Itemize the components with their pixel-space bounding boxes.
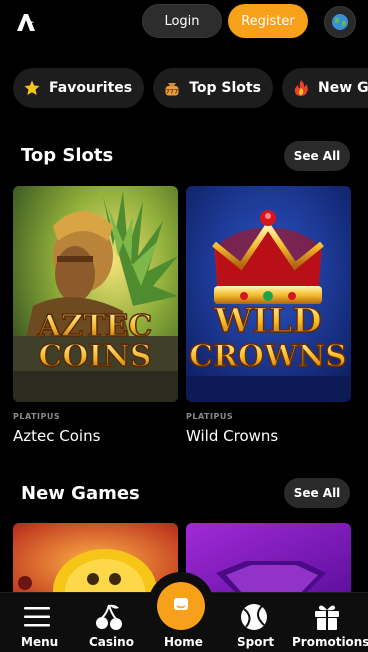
home-chat-icon <box>174 598 188 610</box>
nav-home-label: Home <box>164 635 203 649</box>
game-provider: PLATIPUS <box>186 412 234 421</box>
login-button[interactable]: Login <box>142 4 222 38</box>
nav-label: Casino <box>89 635 134 649</box>
category-chips: Favourites 777 Top Slots New Games <box>13 68 368 108</box>
nav-home-button[interactable] <box>157 582 205 630</box>
header: Login Register <box>0 0 368 44</box>
chip-new-games[interactable]: New Games <box>282 68 368 108</box>
nav-menu[interactable]: Menu <box>16 593 58 652</box>
globe-icon <box>332 14 348 30</box>
nav-casino[interactable]: Casino <box>86 593 134 652</box>
hamburger-icon <box>24 607 50 627</box>
wild-crowns-thumbnail: WILD CROWNS <box>186 186 351 402</box>
wild-art-title-2: CROWNS <box>189 339 347 374</box>
chip-label: Favourites <box>49 80 133 96</box>
cherries-icon <box>96 604 122 630</box>
svg-text:777: 777 <box>166 89 179 96</box>
language-button[interactable] <box>324 6 356 38</box>
chip-label: Top Slots <box>189 80 261 96</box>
new-games-title: New Games <box>21 483 140 504</box>
top-slots-title: Top Slots <box>21 145 114 166</box>
game-card-aztec-coins[interactable]: AZTEC COINS <box>13 186 178 402</box>
aztec-art-title-2: COINS <box>38 339 151 374</box>
nav-promotions[interactable]: Promotions <box>292 593 368 652</box>
slot-bag-icon: 777 <box>165 83 179 96</box>
game-card-wild-crowns[interactable]: WILD CROWNS <box>186 186 351 402</box>
nav-sport[interactable]: Sport <box>232 593 276 652</box>
nav-label: Menu <box>21 635 59 649</box>
new-games-see-all-button[interactable]: See All <box>284 478 350 508</box>
gift-icon <box>315 605 339 630</box>
nav-label: Promotions <box>292 635 368 649</box>
nav-label: Sport <box>237 635 275 649</box>
aztec-coins-thumbnail: AZTEC COINS <box>13 186 178 402</box>
star-icon <box>24 80 40 95</box>
register-button[interactable]: Register <box>228 4 308 38</box>
game-provider: PLATIPUS <box>13 412 61 421</box>
brand-logo[interactable] <box>14 11 38 35</box>
game-title[interactable]: Wild Crowns <box>186 427 278 445</box>
game-title[interactable]: Aztec Coins <box>13 427 100 445</box>
ball-icon <box>241 604 267 630</box>
wild-art-title-1: WILD <box>213 301 321 341</box>
top-slots-see-all-button[interactable]: See All <box>284 141 350 171</box>
fire-icon <box>294 80 308 96</box>
chip-favourites[interactable]: Favourites <box>13 68 145 108</box>
chip-label: New Games <box>318 80 368 96</box>
chip-top-slots[interactable]: 777 Top Slots <box>153 68 273 108</box>
